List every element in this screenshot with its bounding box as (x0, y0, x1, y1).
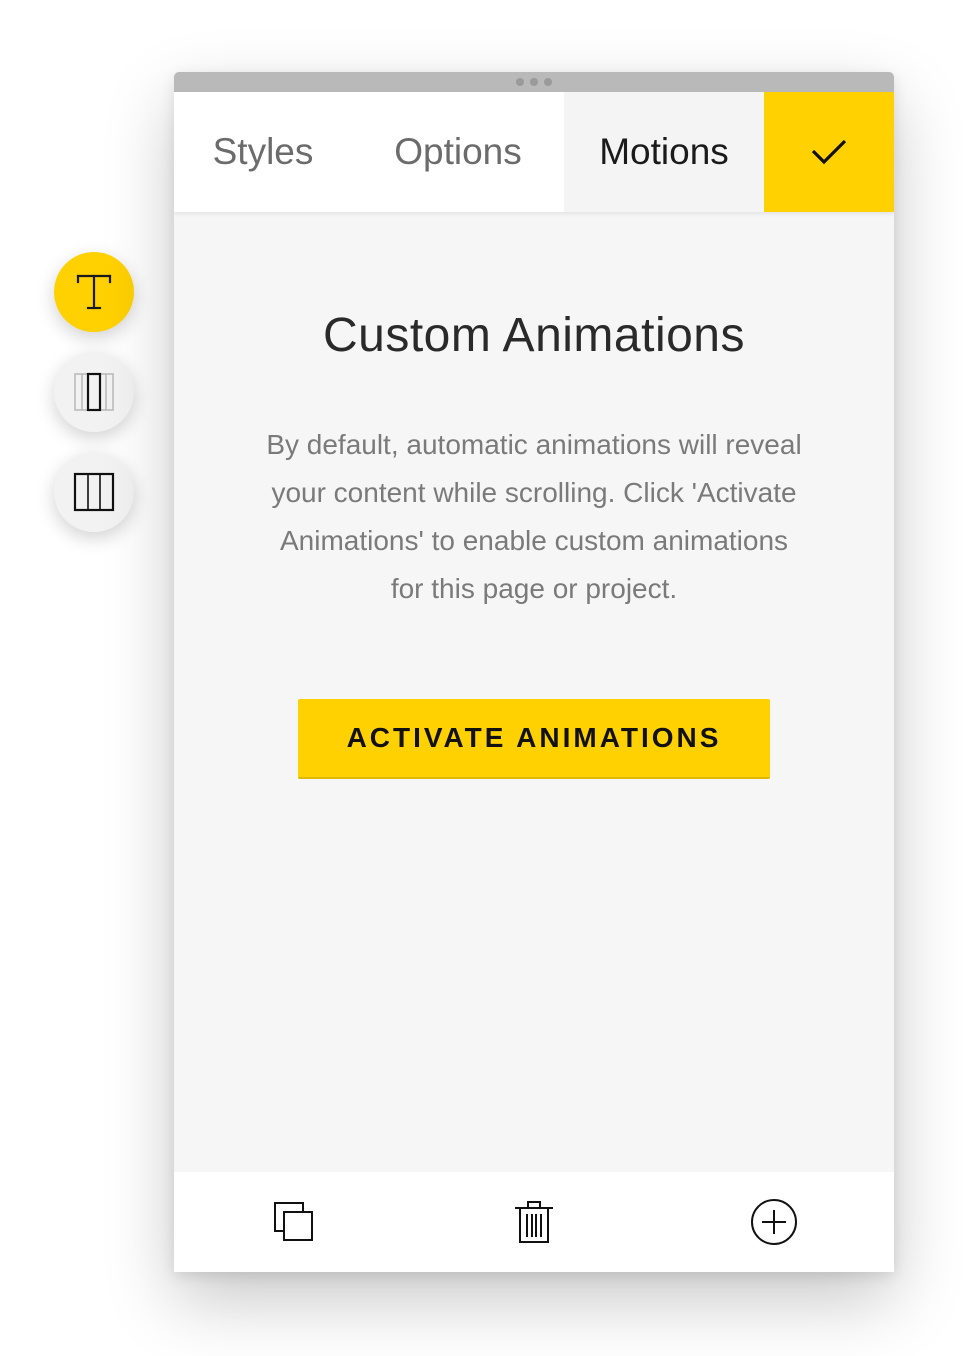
motions-content: Custom Animations By default, automatic … (174, 308, 894, 779)
text-icon (76, 274, 112, 310)
delete-button[interactable] (414, 1172, 654, 1272)
duplicate-icon (274, 1202, 313, 1241)
text-tool-button[interactable] (54, 252, 134, 332)
single-column-tool-button[interactable] (54, 352, 134, 432)
confirm-button[interactable] (764, 92, 894, 212)
settings-panel: Styles Options Motions Custom Animations… (174, 72, 894, 1272)
tab-bar: Styles Options Motions (174, 92, 894, 212)
activate-animations-button[interactable]: ACTIVATE ANIMATIONS (298, 699, 770, 779)
trash-icon (515, 1201, 553, 1243)
check-icon (811, 139, 847, 165)
columns-tool-button[interactable] (54, 452, 134, 532)
panel-drag-handle[interactable] (174, 72, 894, 92)
handle-dot (530, 78, 538, 86)
section-description: By default, automatic animations will re… (266, 429, 802, 604)
add-button[interactable] (654, 1172, 894, 1272)
single-column-icon (74, 372, 114, 412)
stage: Styles Options Motions Custom Animations… (0, 0, 980, 1356)
section-heading: Custom Animations (322, 309, 745, 362)
handle-dot (544, 78, 552, 86)
panel-action-bar (174, 1172, 894, 1272)
tab-styles[interactable]: Styles (174, 92, 352, 212)
handle-dot (516, 78, 524, 86)
columns-icon (73, 472, 115, 512)
add-circle-icon (751, 1199, 797, 1245)
tab-options[interactable]: Options (352, 92, 564, 212)
duplicate-button[interactable] (174, 1172, 414, 1272)
tab-motions[interactable]: Motions (564, 92, 764, 212)
